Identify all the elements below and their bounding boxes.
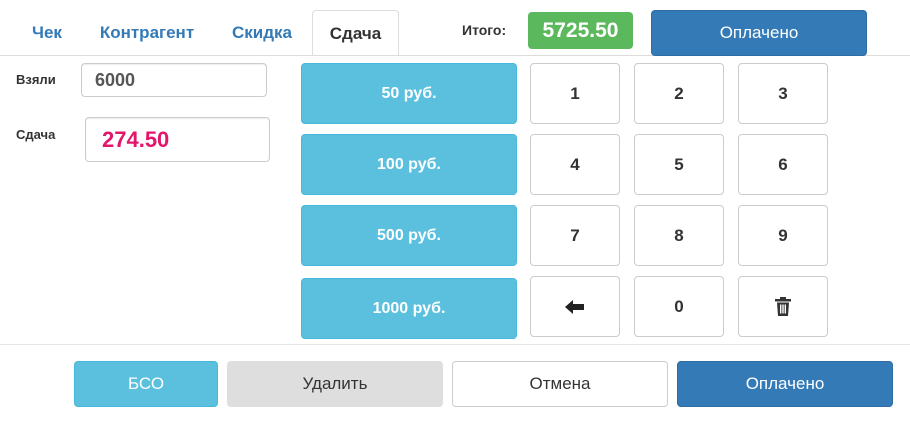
money-1000-button[interactable]: 1000 руб. (301, 278, 517, 339)
paid-button[interactable]: Оплачено (677, 361, 893, 407)
key-5[interactable]: 5 (634, 134, 724, 195)
key-9[interactable]: 9 (738, 205, 828, 266)
backspace-icon (565, 299, 584, 314)
key-backspace[interactable] (530, 276, 620, 337)
tab-change[interactable]: Сдача (312, 10, 399, 56)
paid-top-button[interactable]: Оплачено (651, 10, 867, 56)
key-6[interactable]: 6 (738, 134, 828, 195)
money-500-button[interactable]: 500 руб. (301, 205, 517, 266)
key-8[interactable]: 8 (634, 205, 724, 266)
key-1[interactable]: 1 (530, 63, 620, 124)
key-4[interactable]: 4 (530, 134, 620, 195)
cancel-button[interactable]: Отмена (452, 361, 668, 407)
taken-input[interactable]: 6000 (81, 63, 267, 97)
money-100-button[interactable]: 100 руб. (301, 134, 517, 195)
trash-icon (775, 297, 791, 316)
key-3[interactable]: 3 (738, 63, 828, 124)
change-label: Сдача (16, 127, 56, 142)
taken-label: Взяли (16, 72, 56, 87)
tab-discount[interactable]: Скидка (218, 10, 306, 55)
total-amount-badge: 5725.50 (528, 12, 633, 49)
footer-divider (0, 344, 910, 345)
tab-receipt[interactable]: Чек (18, 10, 76, 55)
money-50-button[interactable]: 50 руб. (301, 63, 517, 124)
delete-button[interactable]: Удалить (227, 361, 443, 407)
key-7[interactable]: 7 (530, 205, 620, 266)
bso-button[interactable]: БСО (74, 361, 218, 407)
tab-counterparty[interactable]: Контрагент (86, 10, 208, 55)
key-2[interactable]: 2 (634, 63, 724, 124)
total-label: Итого: (462, 22, 507, 38)
key-0[interactable]: 0 (634, 276, 724, 337)
change-output: 274.50 (85, 117, 270, 162)
key-clear[interactable] (738, 276, 828, 337)
